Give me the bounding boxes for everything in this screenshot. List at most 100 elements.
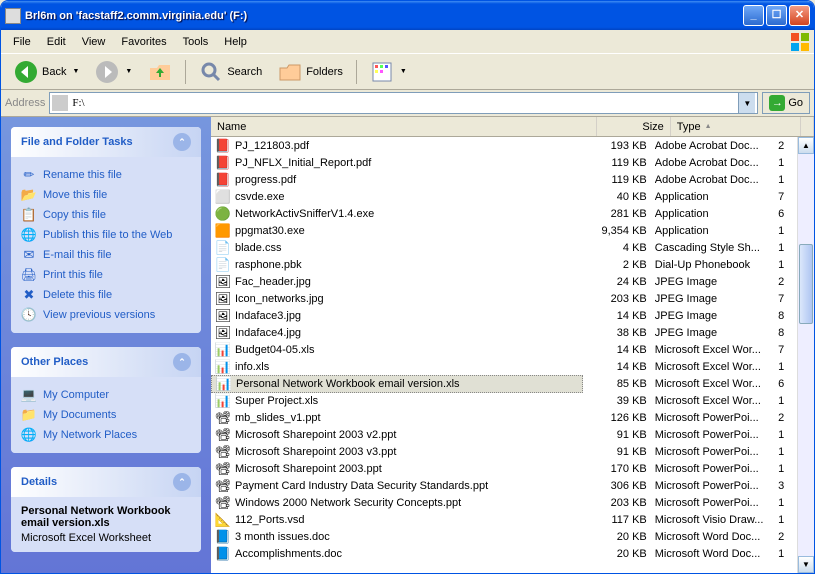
file-row[interactable]: 🖼Fac_header.jpg24 KBJPEG Image2	[211, 273, 797, 290]
file-row[interactable]: 📕PJ_121803.pdf193 KBAdobe Acrobat Doc...…	[211, 137, 797, 154]
menu-favorites[interactable]: Favorites	[113, 34, 174, 50]
file-row[interactable]: 📽Microsoft Sharepoint 2003 v3.ppt91 KBMi…	[211, 443, 797, 460]
go-button[interactable]: → Go	[762, 92, 810, 114]
file-list[interactable]: 📕PJ_121803.pdf193 KBAdobe Acrobat Doc...…	[211, 137, 797, 573]
file-row[interactable]: 🟢NetworkActivSnifferV1.4.exe281 KBApplic…	[211, 205, 797, 222]
task-link[interactable]: 📋Copy this file	[21, 205, 191, 225]
dropdown-icon[interactable]: ▼	[125, 68, 132, 75]
file-row[interactable]: 📘Accomplishments.doc20 KBMicrosoft Word …	[211, 545, 797, 562]
panel-header[interactable]: File and Folder Tasks ⌃	[11, 127, 201, 157]
task-label: Move this file	[43, 189, 107, 201]
task-link[interactable]: 📁My Documents	[21, 405, 191, 425]
menu-help[interactable]: Help	[216, 34, 255, 50]
file-row[interactable]: 🟧ppgmat30.exe9,354 KBApplication1	[211, 222, 797, 239]
file-size: 85 KB	[583, 378, 654, 390]
task-link[interactable]: 🖨Print this file	[21, 265, 191, 285]
panel-header[interactable]: Details ⌃	[11, 467, 201, 497]
panel-body: Personal Network Workbook email version.…	[11, 497, 201, 552]
file-name: Microsoft Sharepoint 2003 v2.ppt	[235, 429, 396, 441]
file-row[interactable]: ⬜csvde.exe40 KBApplication7	[211, 188, 797, 205]
file-row[interactable]: 📊Personal Network Workbook email version…	[211, 375, 797, 392]
folder-up-icon	[148, 60, 172, 84]
search-icon	[199, 60, 223, 84]
file-row[interactable]: 📕PJ_NFLX_Initial_Report.pdf119 KBAdobe A…	[211, 154, 797, 171]
titlebar[interactable]: Brl6m on 'facstaff2.comm.virginia.edu' (…	[1, 1, 814, 30]
file-size: 117 KB	[583, 514, 654, 526]
collapse-icon[interactable]: ⌃	[173, 133, 191, 151]
menu-tools[interactable]: Tools	[175, 34, 217, 50]
file-row[interactable]: 📄blade.css4 KBCascading Style Sh...1	[211, 239, 797, 256]
search-button[interactable]: Search	[192, 55, 269, 89]
details-panel: Details ⌃ Personal Network Workbook emai…	[11, 467, 201, 552]
file-row[interactable]: 🖼Indaface3.jpg14 KBJPEG Image8	[211, 307, 797, 324]
file-row[interactable]: 📕progress.pdf119 KBAdobe Acrobat Doc...1	[211, 171, 797, 188]
column-name[interactable]: Name	[211, 117, 597, 136]
file-row[interactable]: 📽mb_slides_v1.ppt126 KBMicrosoft PowerPo…	[211, 409, 797, 426]
menu-view[interactable]: View	[74, 34, 114, 50]
file-row[interactable]: 📐112_Ports.vsd117 KBMicrosoft Visio Draw…	[211, 511, 797, 528]
forward-icon	[95, 60, 119, 84]
file-pane: Name Size Type▲ 📕PJ_121803.pdf193 KBAdob…	[211, 117, 814, 573]
file-row[interactable]: 📽Microsoft Sharepoint 2003.ppt170 KBMicr…	[211, 460, 797, 477]
file-row[interactable]: 📽Payment Card Industry Data Security Sta…	[211, 477, 797, 494]
file-row[interactable]: 📘3 month issues.doc20 KBMicrosoft Word D…	[211, 528, 797, 545]
scroll-track[interactable]	[798, 154, 814, 556]
back-button[interactable]: Back ▼	[7, 55, 86, 89]
other-places-panel: Other Places ⌃ 💻My Computer📁My Documents…	[11, 347, 201, 453]
forward-button[interactable]: ▼	[88, 55, 139, 89]
close-button[interactable]: ✕	[789, 5, 810, 26]
file-icon: 📽	[215, 495, 231, 511]
views-button[interactable]: ▼	[363, 55, 414, 89]
menu-file[interactable]: File	[5, 34, 39, 50]
dropdown-icon[interactable]: ▼	[400, 68, 407, 75]
file-type: Microsoft Excel Wor...	[655, 395, 778, 407]
task-link[interactable]: 🌐Publish this file to the Web	[21, 225, 191, 245]
file-row[interactable]: 📊info.xls14 KBMicrosoft Excel Wor...1	[211, 358, 797, 375]
panel-header[interactable]: Other Places ⌃	[11, 347, 201, 377]
file-row[interactable]: 🖼Icon_networks.jpg203 KBJPEG Image7	[211, 290, 797, 307]
address-input-wrapper[interactable]: ▼	[49, 92, 758, 114]
up-button[interactable]	[141, 55, 179, 89]
address-input[interactable]	[72, 97, 738, 109]
file-row[interactable]: 🖼Indaface4.jpg38 KBJPEG Image8	[211, 324, 797, 341]
file-size: 9,354 KB	[583, 225, 654, 237]
task-link[interactable]: ✏Rename this file	[21, 165, 191, 185]
collapse-icon[interactable]: ⌃	[173, 473, 191, 491]
file-name: Fac_header.jpg	[235, 276, 311, 288]
column-type[interactable]: Type▲	[671, 117, 801, 136]
file-type: Application	[655, 208, 778, 220]
dropdown-icon[interactable]: ▼	[72, 68, 79, 75]
file-row[interactable]: 📊Super Project.xls39 KBMicrosoft Excel W…	[211, 392, 797, 409]
menu-edit[interactable]: Edit	[39, 34, 74, 50]
file-row[interactable]: 📽Microsoft Sharepoint 2003 v2.ppt91 KBMi…	[211, 426, 797, 443]
task-link[interactable]: 💻My Computer	[21, 385, 191, 405]
collapse-icon[interactable]: ⌃	[173, 353, 191, 371]
file-size: 14 KB	[583, 361, 654, 373]
file-icon: 🖼	[215, 291, 231, 307]
task-link[interactable]: ✉E-mail this file	[21, 245, 191, 265]
column-size[interactable]: Size	[597, 117, 671, 136]
folders-button[interactable]: Folders	[271, 55, 350, 89]
file-size: 40 KB	[583, 191, 654, 203]
scroll-down-button[interactable]: ▼	[798, 556, 814, 573]
task-link[interactable]: 🌐My Network Places	[21, 425, 191, 445]
file-date: 1	[778, 497, 797, 509]
task-link[interactable]: 🕓View previous versions	[21, 305, 191, 325]
file-row[interactable]: 📊Budget04-05.xls14 KBMicrosoft Excel Wor…	[211, 341, 797, 358]
file-row[interactable]: 📽Windows 2000 Network Security Concepts.…	[211, 494, 797, 511]
file-name: PJ_121803.pdf	[235, 140, 309, 152]
address-dropdown-button[interactable]: ▼	[738, 93, 755, 113]
panel-title: Details	[21, 476, 57, 488]
scroll-thumb[interactable]	[799, 244, 813, 324]
details-filetype: Microsoft Excel Worksheet	[21, 532, 191, 544]
task-link[interactable]: 📂Move this file	[21, 185, 191, 205]
scrollbar[interactable]: ▲ ▼	[797, 137, 814, 573]
file-date: 7	[778, 344, 797, 356]
column-date[interactable]	[801, 117, 814, 136]
scroll-up-button[interactable]: ▲	[798, 137, 814, 154]
file-date: 2	[778, 140, 797, 152]
file-row[interactable]: 📄rasphone.pbk2 KBDial-Up Phonebook1	[211, 256, 797, 273]
minimize-button[interactable]: _	[743, 5, 764, 26]
maximize-button[interactable]: ☐	[766, 5, 787, 26]
task-link[interactable]: ✖Delete this file	[21, 285, 191, 305]
